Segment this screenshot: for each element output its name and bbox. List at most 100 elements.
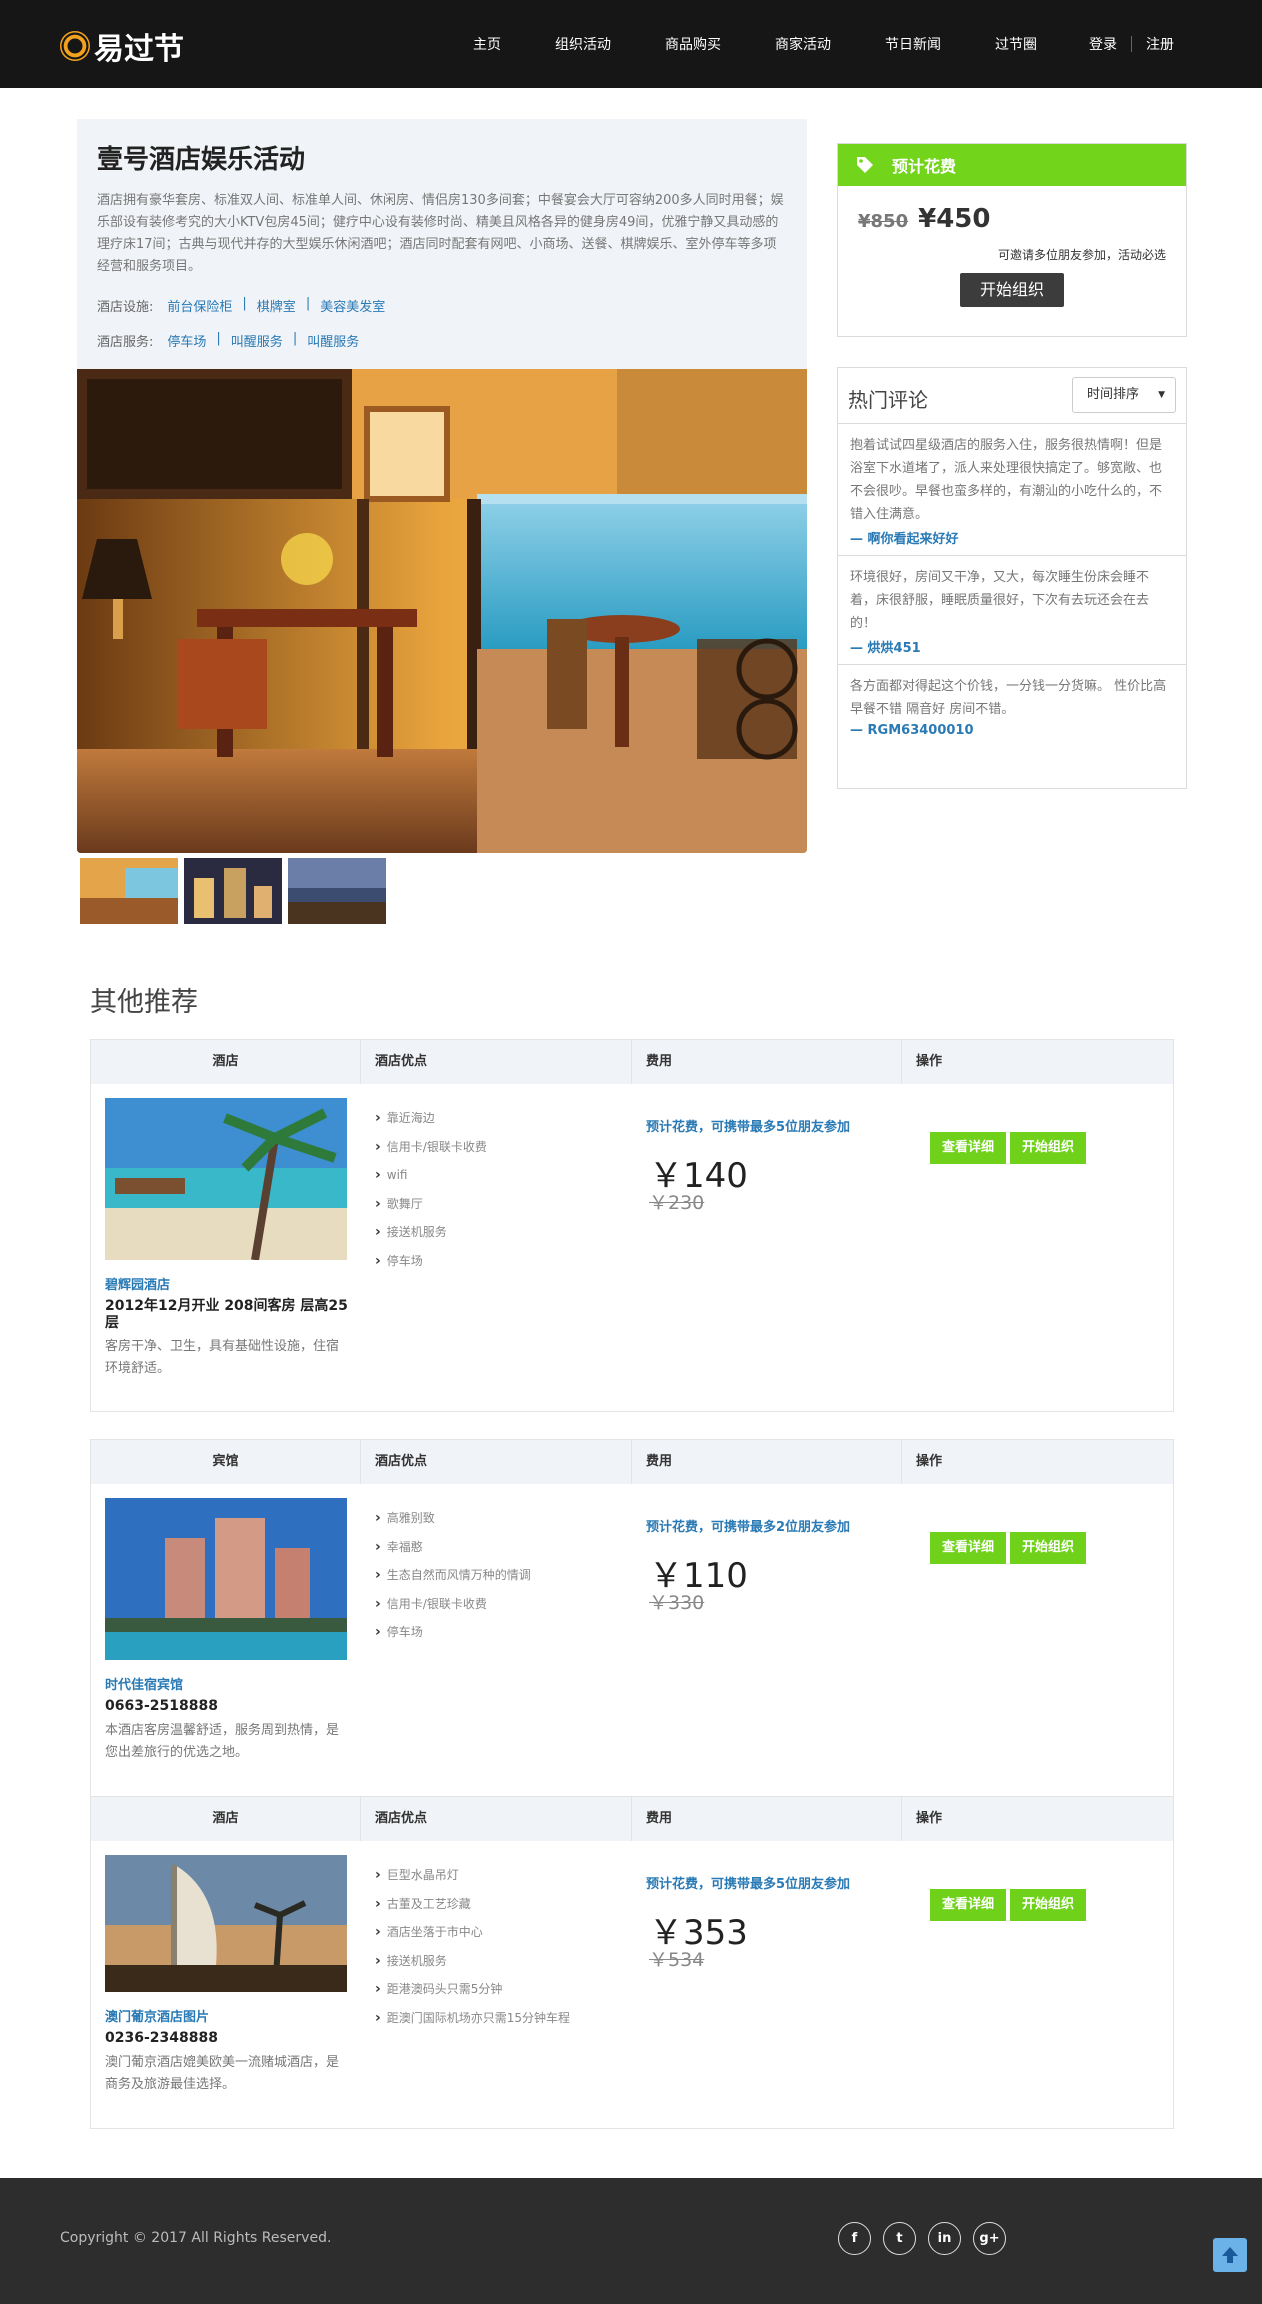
col-ops: 操作 bbox=[916, 1054, 943, 1069]
hotel-desc: 客房干净、卫生，具有基础性设施，住宿环境舒适。 bbox=[105, 1339, 340, 1376]
price-row: ¥850 ¥450 bbox=[858, 204, 1186, 234]
action-buttons: 查看详细 开始组织 bbox=[930, 1889, 1090, 1921]
hotel-name-link[interactable]: 碧辉园酒店 bbox=[105, 1274, 170, 1293]
recommendation-card: 宾馆 酒店优点 费用 操作 时代佳宿宾馆 0663-2518888 本酒店客房温… bbox=[90, 1439, 1174, 1797]
facilities-label: 酒店设施: bbox=[97, 300, 154, 315]
col-fee: 费用 bbox=[632, 1797, 902, 1841]
view-detail-button[interactable]: 查看详细 bbox=[930, 1889, 1007, 1921]
feature-item: 酒店坐落于市中心 bbox=[375, 1918, 570, 1947]
fee-note: 预计花费，可携带最多2位朋友参加 bbox=[646, 1520, 851, 1535]
feature-item: 停车场 bbox=[375, 1247, 487, 1276]
start-organize-button[interactable]: 开始组织 bbox=[1010, 1889, 1087, 1921]
facility-link[interactable]: 美容美发室 bbox=[320, 296, 385, 315]
reviews-panel: 热门评论 时间排序 ▼ 抱着试试四星级酒店的服务入住，服务很热情啊！但是浴室下水… bbox=[837, 367, 1187, 789]
review-author[interactable]: — 啊你看起来好好 bbox=[850, 528, 1174, 547]
feature-item: 接送机服务 bbox=[375, 1947, 570, 1976]
feature-list: 靠近海边 信用卡/银联卡收费 wifi 歌舞厅 接送机服务 停车场 bbox=[375, 1104, 487, 1275]
feature-item: 幸福憨 bbox=[375, 1533, 531, 1562]
register-link[interactable]: 注册 bbox=[1146, 34, 1174, 54]
feature-item: 接送机服务 bbox=[375, 1218, 487, 1247]
col-features: 酒店优点 bbox=[361, 1040, 632, 1084]
review-item: 各方面都对得起这个价钱，一分钱一分货嘛。 性价比高 早餐不错 隔音好 房间不错。… bbox=[838, 665, 1186, 746]
facebook-icon[interactable]: f bbox=[838, 2222, 871, 2255]
review-item: 环境很好，房间又干净，又大，每次睡生份床会睡不着，床很舒服，睡眠质量很好，下次有… bbox=[838, 556, 1186, 665]
hotel-name-link[interactable]: 时代佳宿宾馆 bbox=[105, 1674, 183, 1693]
service-link[interactable]: 叫醒服务 bbox=[231, 331, 283, 350]
fee-old-price: ￥330 bbox=[649, 1592, 705, 1614]
service-link[interactable]: 叫醒服务 bbox=[307, 331, 359, 350]
hotel-photo-resort[interactable] bbox=[105, 1498, 347, 1660]
twitter-icon[interactable]: t bbox=[883, 2222, 916, 2255]
review-text: 抱着试试四星级酒店的服务入住，服务很热情啊！但是浴室下水道堵了，派人来处理很快搞… bbox=[850, 438, 1163, 522]
feature-list: 高雅别致 幸福憨 生态自然而风情万种的情调 信用卡/银联卡收费 停车场 bbox=[375, 1504, 531, 1647]
recommendation-header: 宾馆 酒店优点 费用 操作 bbox=[91, 1440, 1173, 1484]
feature-item: 巨型水晶吊灯 bbox=[375, 1861, 570, 1890]
google-plus-icon[interactable]: g+ bbox=[973, 2222, 1006, 2255]
nav-item-circle[interactable]: 过节圈 bbox=[995, 34, 1037, 54]
hotel-info: 壹号酒店娱乐活动 酒店拥有豪华套房、标准双人间、标准单人间、休闲房、情侣房130… bbox=[77, 119, 807, 369]
divider: | bbox=[216, 331, 221, 346]
facility-link[interactable]: 棋牌室 bbox=[257, 296, 296, 315]
brand-name: 易过节 bbox=[94, 32, 184, 67]
facility-link[interactable]: 前台保险柜 bbox=[167, 296, 232, 315]
fee-old-price: ￥534 bbox=[649, 1949, 705, 1971]
feature-item: 生态自然而风情万种的情调 bbox=[375, 1561, 531, 1590]
start-organize-button[interactable]: 开始组织 bbox=[1010, 1532, 1087, 1564]
feature-list: 巨型水晶吊灯 古董及工艺珍藏 酒店坐落于市中心 接送机服务 距港澳码头只需5分钟… bbox=[375, 1861, 570, 2032]
services-label: 酒店服务: bbox=[97, 335, 154, 350]
current-price: ¥450 bbox=[918, 204, 991, 234]
linkedin-icon[interactable]: in bbox=[928, 2222, 961, 2255]
price-tag-icon bbox=[857, 157, 873, 173]
view-detail-button[interactable]: 查看详细 bbox=[930, 1132, 1007, 1164]
facilities-row: 酒店设施: 前台保险柜 | 棋牌室 | 美容美发室 bbox=[97, 296, 787, 315]
other-recommendations-title: 其他推荐 bbox=[90, 987, 198, 1018]
site-header: 易过节 主页 组织活动 商品购买 商家活动 节日新闻 过节圈 登录 注册 bbox=[0, 0, 1262, 88]
login-link[interactable]: 登录 bbox=[1089, 34, 1117, 54]
nav-item-organize[interactable]: 组织活动 bbox=[555, 34, 611, 54]
thumbnail-lake[interactable] bbox=[288, 858, 386, 924]
hotel-main-photo bbox=[77, 369, 807, 853]
hotel-subtitle: 0236-2348888 bbox=[105, 2030, 218, 2046]
review-sort-select[interactable]: 时间排序 ▼ bbox=[1072, 377, 1176, 413]
review-author[interactable]: — RGM63400010 bbox=[850, 723, 1174, 738]
thumbnail-room[interactable] bbox=[80, 858, 178, 924]
social-links: f t in g+ bbox=[838, 2222, 1018, 2255]
hotel-title: 壹号酒店娱乐活动 bbox=[97, 145, 306, 175]
divider: | bbox=[292, 331, 298, 346]
fee-note: 预计花费，可携带最多5位朋友参加 bbox=[646, 1877, 851, 1892]
service-link[interactable]: 停车场 bbox=[167, 331, 206, 350]
main-nav: 主页 组织活动 商品购买 商家活动 节日新闻 过节圈 登录 注册 bbox=[473, 0, 1174, 88]
recommendation-header: 酒店 酒店优点 费用 操作 bbox=[91, 1040, 1173, 1084]
price-card-title: 预计花费 bbox=[892, 157, 957, 176]
feature-item: 歌舞厅 bbox=[375, 1190, 487, 1219]
action-buttons: 查看详细 开始组织 bbox=[930, 1532, 1090, 1564]
back-to-top-button[interactable] bbox=[1213, 2238, 1247, 2272]
feature-item: 停车场 bbox=[375, 1618, 531, 1647]
col-features: 酒店优点 bbox=[361, 1797, 632, 1841]
hotel-desc: 澳门葡京酒店媲美欧美一流赌城酒店，是商务及旅游最佳选择。 bbox=[105, 2055, 340, 2092]
action-buttons: 查看详细 开始组织 bbox=[930, 1132, 1090, 1164]
hotel-subtitle: 0663-2518888 bbox=[105, 1698, 218, 1714]
nav-item-shop[interactable]: 商品购买 bbox=[665, 34, 721, 54]
thumbnail-night[interactable] bbox=[184, 858, 282, 924]
nav-item-news[interactable]: 节日新闻 bbox=[885, 34, 941, 54]
col-features: 酒店优点 bbox=[361, 1440, 632, 1484]
nav-item-home[interactable]: 主页 bbox=[473, 34, 501, 54]
start-organize-button[interactable]: 开始组织 bbox=[1010, 1132, 1087, 1164]
sun-logo-icon bbox=[63, 34, 87, 58]
review-author[interactable]: — 烘烘451 bbox=[850, 637, 1174, 656]
hotel-photo-sail[interactable] bbox=[105, 1855, 347, 1992]
divider: | bbox=[242, 296, 247, 311]
hotel-photo-beach[interactable] bbox=[105, 1098, 347, 1260]
col-fee: 费用 bbox=[632, 1040, 902, 1084]
nav-item-merchant[interactable]: 商家活动 bbox=[775, 34, 831, 54]
view-detail-button[interactable]: 查看详细 bbox=[930, 1532, 1007, 1564]
start-organize-button[interactable]: 开始组织 bbox=[960, 273, 1064, 307]
col-type: 酒店 bbox=[91, 1040, 361, 1084]
review-text: 环境很好，房间又干净，又大，每次睡生份床会睡不着，床很舒服，睡眠质量很好，下次有… bbox=[850, 570, 1150, 631]
price-card-header: 预计花费 bbox=[838, 144, 1186, 186]
col-type: 宾馆 bbox=[91, 1440, 361, 1484]
feature-item: 距澳门国际机场亦只需15分钟车程 bbox=[375, 2004, 570, 2033]
hotel-name-link[interactable]: 澳门葡京酒店图片 bbox=[105, 2006, 209, 2025]
site-logo[interactable]: 易过节 bbox=[60, 24, 184, 68]
